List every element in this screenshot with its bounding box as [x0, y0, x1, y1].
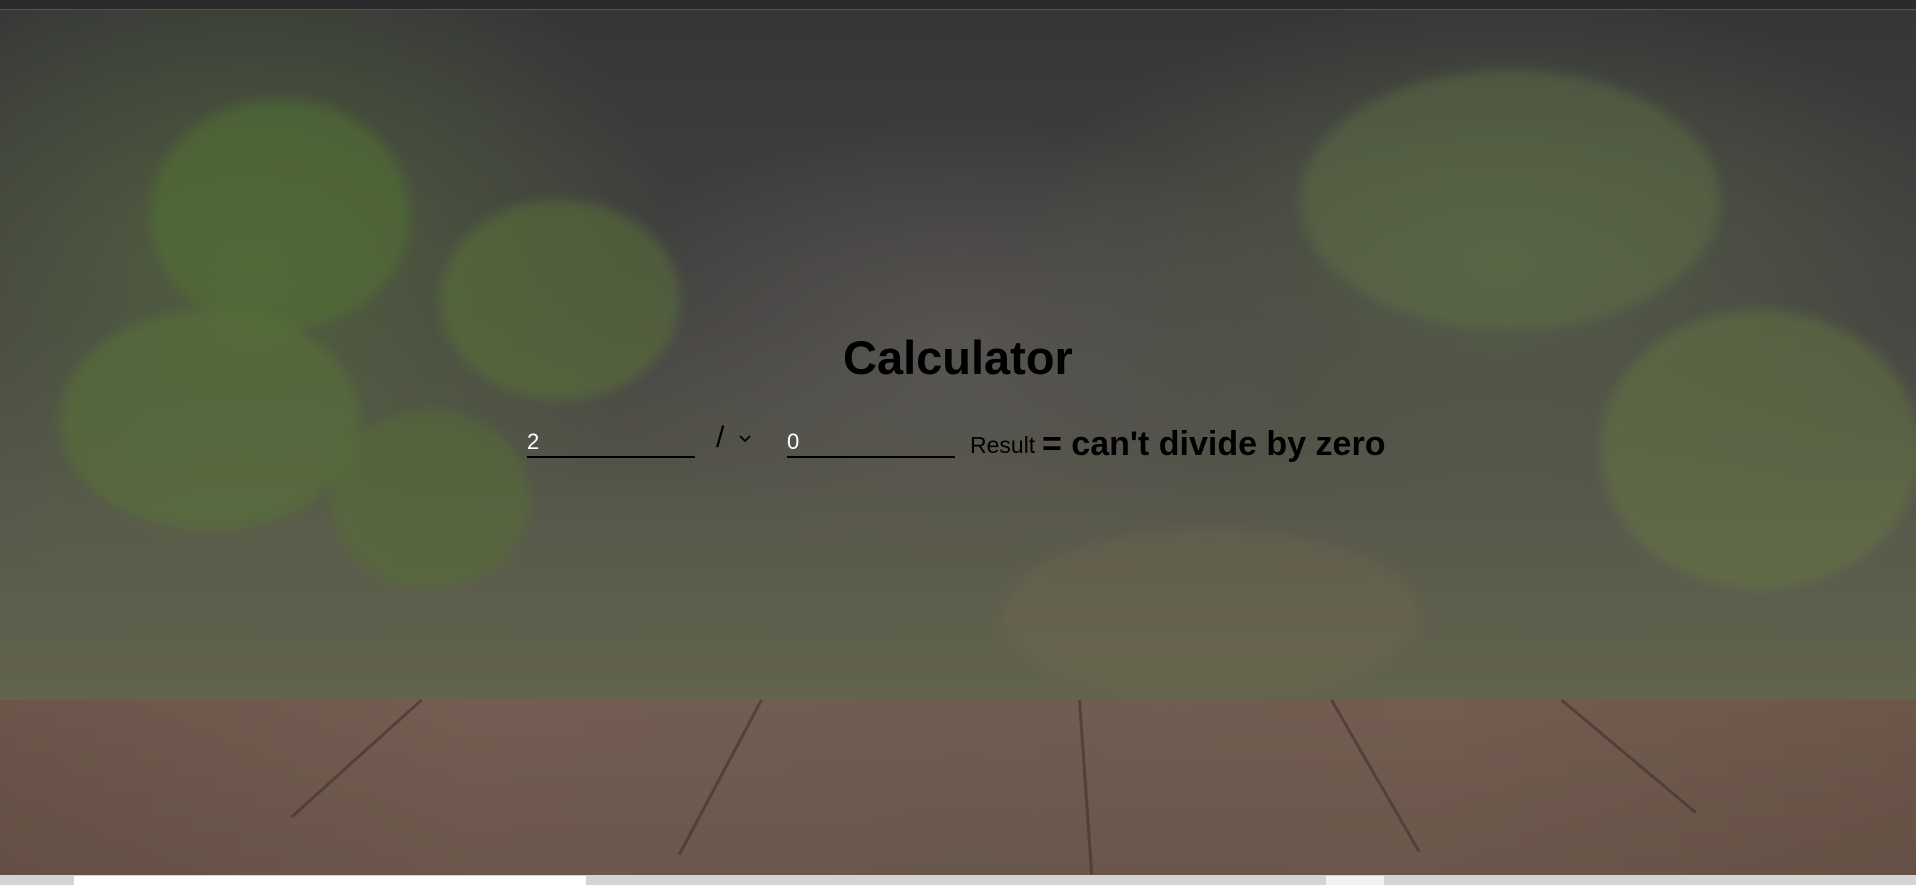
operator-value: / — [716, 421, 725, 454]
first-operand-input[interactable] — [527, 428, 695, 458]
page-title: Calculator — [843, 331, 1073, 384]
operator-select[interactable]: / — [716, 420, 766, 456]
scrollbar-thumb[interactable] — [74, 876, 586, 885]
page: Calculator / Result = can't divide by ze… — [0, 0, 1916, 885]
scrollbar-segment — [1326, 876, 1384, 885]
horizontal-scrollbar[interactable] — [0, 875, 1916, 885]
second-operand-input[interactable] — [787, 428, 955, 458]
chevron-down-icon — [739, 435, 751, 443]
result-label: Result — [970, 432, 1036, 458]
result-value: = can't divide by zero — [1042, 425, 1386, 463]
calculator: Calculator / Result = can't divide by ze… — [0, 0, 1916, 885]
